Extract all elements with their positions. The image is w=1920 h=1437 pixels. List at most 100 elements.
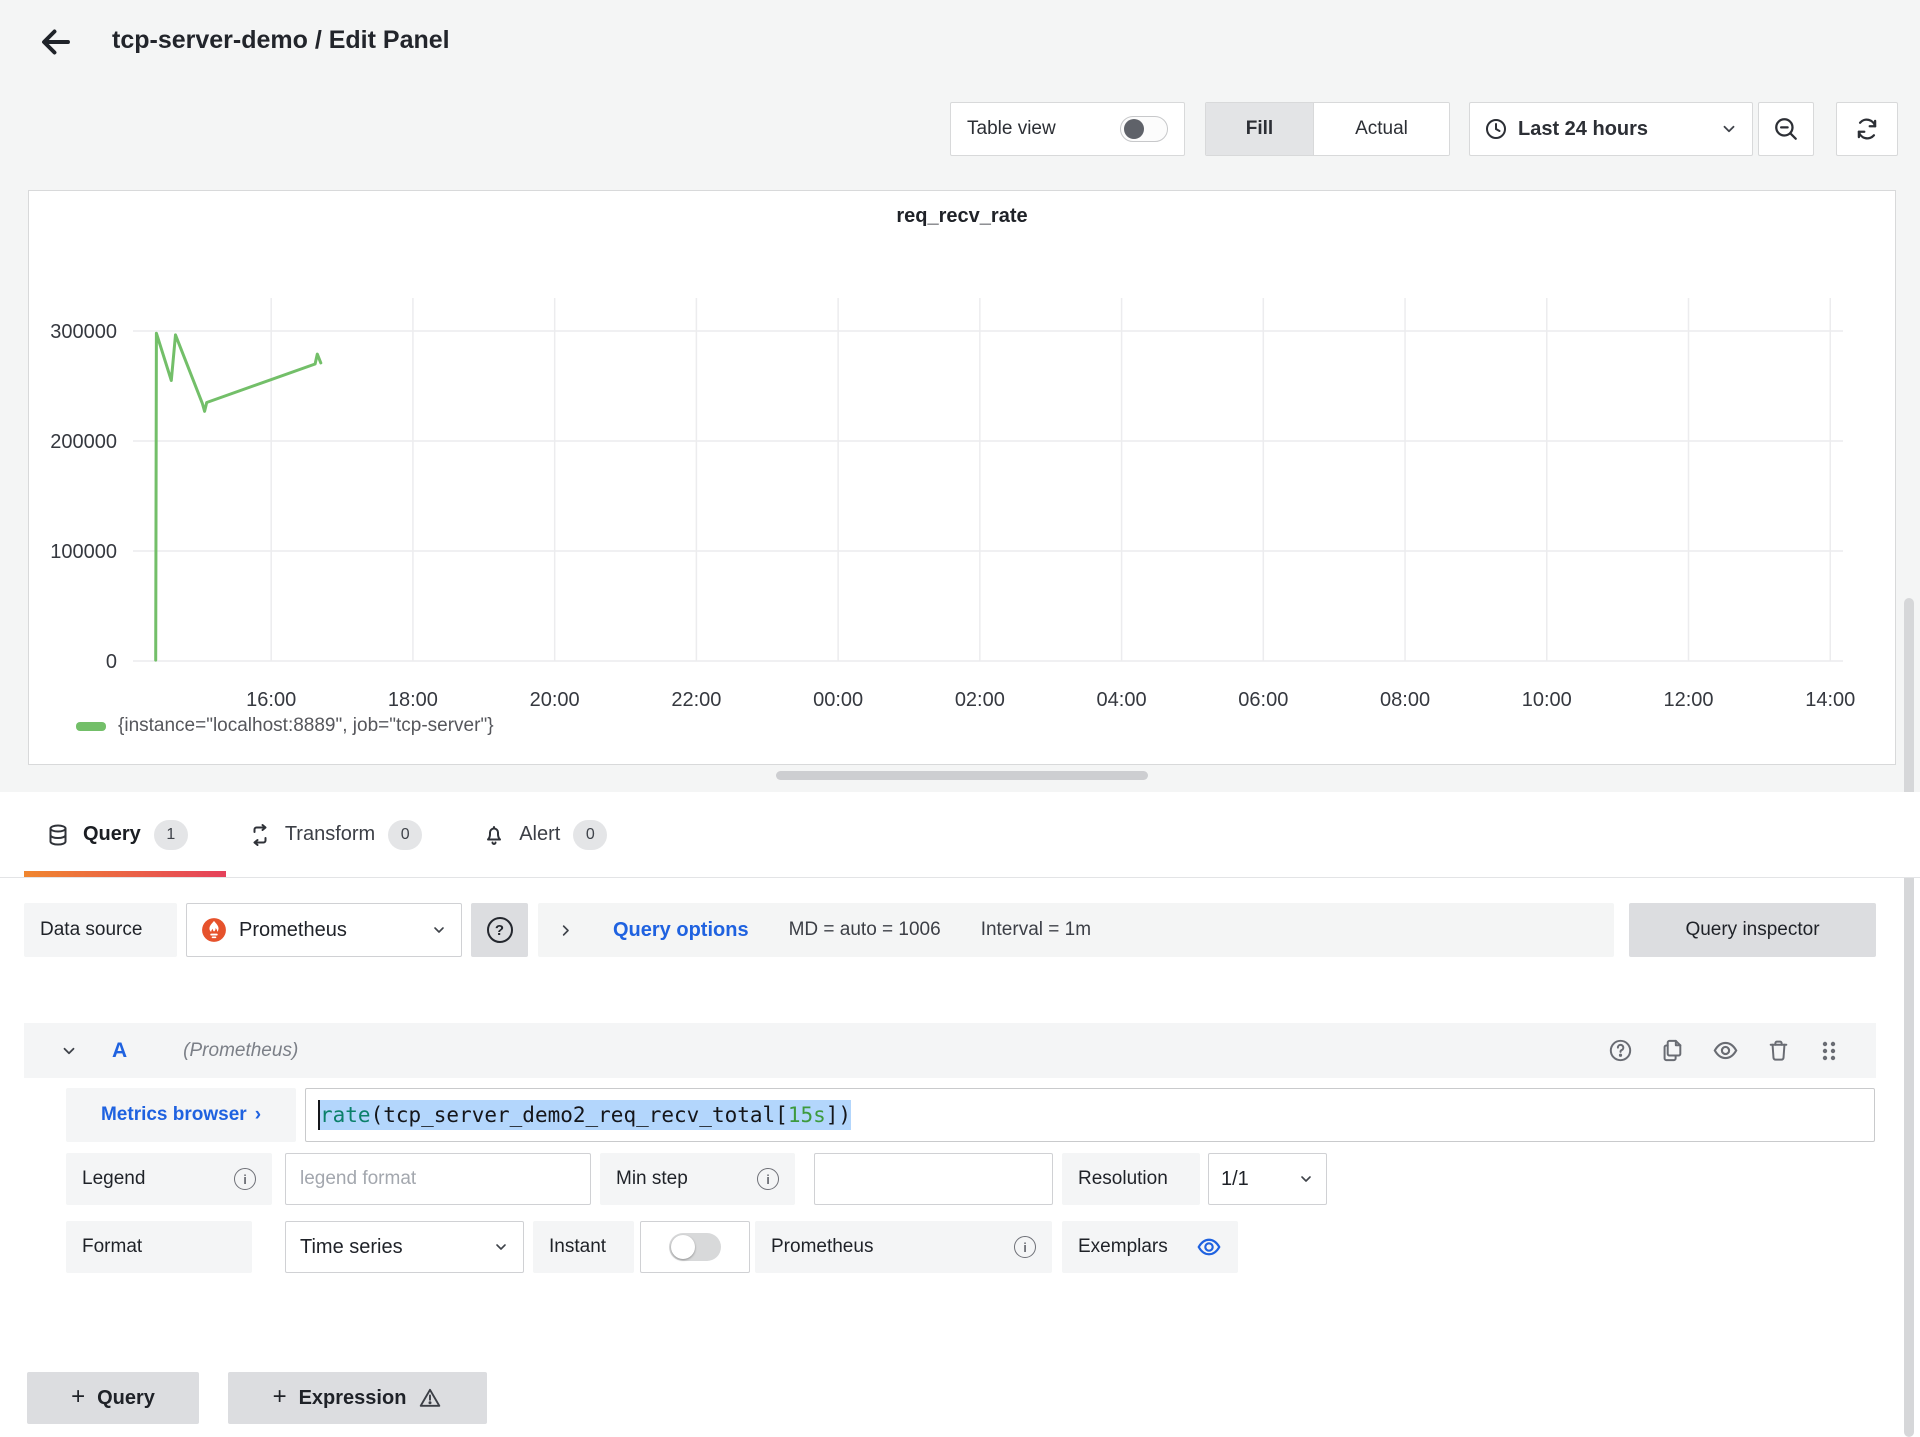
data-source-value: Prometheus: [239, 918, 347, 941]
plus-icon: +: [272, 1383, 287, 1410]
min-step-input[interactable]: [814, 1153, 1053, 1205]
query-inspector-button[interactable]: Query inspector: [1629, 903, 1876, 957]
exemplars-label-text: Exemplars: [1078, 1236, 1168, 1257]
chevron-right-icon: ›: [254, 1104, 262, 1125]
instant-switch[interactable]: [669, 1233, 721, 1261]
delete-query-trash-icon[interactable]: [1766, 1038, 1791, 1063]
legend-series-label: {instance="localhost:8889", job="tcp-ser…: [118, 715, 494, 736]
duplicate-query-icon[interactable]: [1660, 1038, 1685, 1063]
svg-text:08:00: 08:00: [1380, 689, 1430, 711]
format-label-text: Format: [82, 1236, 143, 1257]
refresh-button[interactable]: [1836, 102, 1898, 156]
back-button[interactable]: [34, 20, 78, 64]
info-icon[interactable]: i: [757, 1168, 779, 1190]
add-query-button[interactable]: + Query: [27, 1372, 199, 1424]
time-range-label: Last 24 hours: [1518, 117, 1649, 140]
editor-tabs: Query 1 Transform 0 Alert 0: [0, 792, 1920, 878]
prometheus-type-field-label: Prometheus i: [755, 1221, 1052, 1273]
bell-icon: [482, 823, 506, 847]
warning-triangle-icon: [418, 1386, 442, 1410]
svg-text:04:00: 04:00: [1097, 689, 1147, 711]
svg-text:12:00: 12:00: [1663, 689, 1713, 711]
table-view-switch-knob: [1124, 119, 1144, 139]
time-range-picker[interactable]: Last 24 hours: [1469, 102, 1753, 156]
metrics-browser-label: Metrics browser: [100, 1104, 247, 1125]
tab-query-count-badge: 1: [153, 819, 188, 850]
collapse-chevron-icon[interactable]: [60, 1042, 78, 1060]
tab-transform[interactable]: Transform 0: [226, 792, 460, 877]
chevron-down-icon: [1720, 120, 1738, 138]
legend-format-input[interactable]: [285, 1153, 591, 1205]
database-icon: [46, 823, 70, 847]
tab-query[interactable]: Query 1: [24, 792, 226, 877]
exemplars-eye-icon[interactable]: [1196, 1234, 1222, 1260]
info-icon[interactable]: i: [234, 1168, 256, 1190]
resolution-select[interactable]: 1/1: [1208, 1153, 1327, 1205]
refresh-icon: [1854, 116, 1880, 142]
chart-panel: req_recv_rate 16:00 18:00 20:00 22:00 00:00 0…: [28, 190, 1896, 765]
fill-actual-segmented-control: Fill Actual: [1205, 102, 1450, 156]
format-select[interactable]: Time series: [285, 1221, 524, 1273]
page-title: tcp-server-demo / Edit Panel: [112, 26, 450, 54]
chevron-down-icon: [493, 1239, 509, 1255]
exemplars-field-label: Exemplars: [1062, 1221, 1238, 1273]
resolution-label-text: Resolution: [1078, 1168, 1168, 1189]
min-step-field-label: Min step i: [600, 1153, 795, 1205]
instant-toggle[interactable]: [640, 1221, 750, 1273]
tab-query-label: Query: [83, 823, 141, 845]
query-help-icon[interactable]: [1608, 1038, 1633, 1063]
query-options-link[interactable]: Query options: [613, 919, 749, 942]
tab-alert-label: Alert: [519, 823, 561, 845]
query-row-header[interactable]: A (Prometheus): [24, 1023, 1876, 1078]
add-expression-button[interactable]: + Expression: [228, 1372, 487, 1424]
actual-button[interactable]: Actual: [1314, 103, 1449, 155]
svg-text:200000: 200000: [50, 431, 117, 453]
instant-label-text: Instant: [549, 1236, 607, 1257]
min-step-label-text: Min step: [616, 1168, 688, 1189]
prometheus-logo-icon: [201, 917, 227, 943]
table-view-switch[interactable]: [1120, 116, 1168, 142]
table-view-label: Table view: [967, 118, 1056, 139]
tab-alert[interactable]: Alert 0: [460, 792, 645, 877]
query-options-bar: Query options MD = auto = 1006 Interval …: [538, 903, 1614, 957]
svg-text:18:00: 18:00: [388, 689, 438, 711]
horizontal-scrollbar-thumb[interactable]: [776, 771, 1148, 780]
data-source-help-button[interactable]: ?: [471, 903, 528, 957]
svg-text:16:00: 16:00: [246, 689, 296, 711]
fill-button[interactable]: Fill: [1206, 103, 1314, 155]
legend-label-text: Legend: [82, 1168, 146, 1189]
zoom-out-button[interactable]: [1758, 102, 1814, 156]
add-expression-label: Expression: [298, 1386, 407, 1409]
svg-text:10:00: 10:00: [1522, 689, 1572, 711]
promql-close-token: ]): [825, 1103, 852, 1127]
promql-expression-input[interactable]: rate(tcp_server_demo2_req_recv_total[15s…: [305, 1088, 1875, 1142]
zoom-out-icon: [1773, 116, 1799, 142]
data-source-picker[interactable]: Prometheus: [186, 903, 462, 957]
svg-text:100000: 100000: [50, 541, 117, 563]
svg-text:20:00: 20:00: [530, 689, 580, 711]
query-row-actions: [1608, 1037, 1876, 1064]
info-icon[interactable]: i: [1014, 1236, 1036, 1258]
format-value: Time series: [300, 1235, 403, 1258]
chevron-right-icon[interactable]: [558, 923, 573, 938]
disable-query-eye-icon[interactable]: [1712, 1037, 1739, 1064]
timeseries-chart[interactable]: 16:00 18:00 20:00 22:00 00:00 02:00 04:00 06:00…: [29, 191, 1895, 764]
grafana-edit-panel-page: tcp-server-demo / Edit Panel Table view …: [0, 0, 1920, 1437]
query-ref-id[interactable]: A: [112, 1039, 127, 1063]
vertical-scrollbar-thumb[interactable]: [1904, 598, 1914, 1437]
metrics-browser-button[interactable]: Metrics browser ›: [66, 1088, 296, 1142]
drag-handle-icon[interactable]: [1818, 1039, 1840, 1063]
promql-duration-token: 15s: [787, 1103, 826, 1127]
help-circle-icon: ?: [486, 917, 513, 943]
svg-text:06:00: 06:00: [1238, 689, 1288, 711]
clock-icon: [1484, 117, 1508, 141]
instant-switch-knob: [671, 1235, 695, 1259]
chevron-down-icon: [1298, 1171, 1314, 1187]
active-tab-underline: [24, 871, 226, 877]
svg-text:14:00: 14:00: [1805, 689, 1855, 711]
svg-text:02:00: 02:00: [955, 689, 1005, 711]
interval-text: Interval = 1m: [980, 919, 1092, 940]
table-view-toggle[interactable]: Table view: [950, 102, 1185, 156]
chart-legend[interactable]: {instance="localhost:8889", job="tcp-ser…: [76, 715, 494, 737]
selected-expression-text: rate(tcp_server_demo2_req_recv_total[15s…: [320, 1100, 852, 1130]
